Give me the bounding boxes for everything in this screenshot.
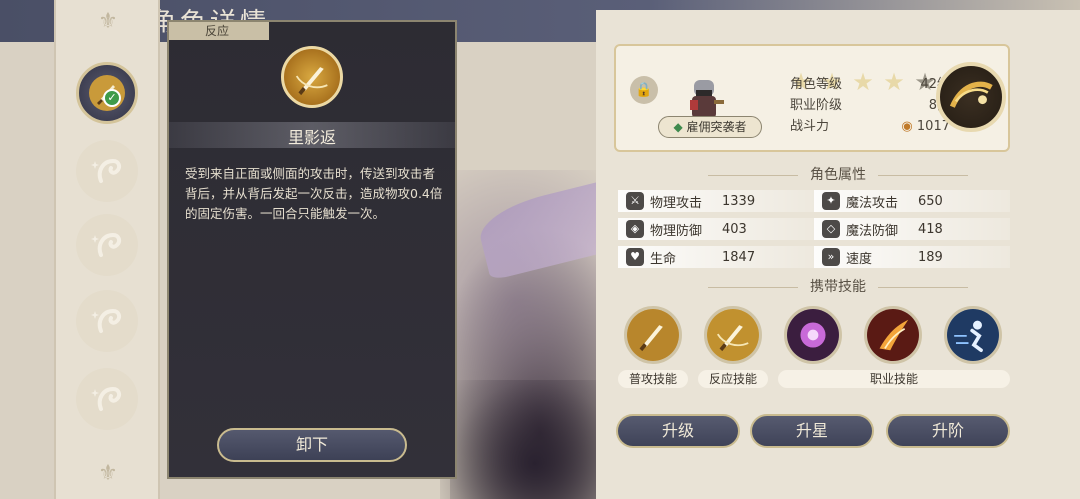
upgrade-button[interactable]: 升级 bbox=[616, 414, 740, 448]
sword-icon: ⚔ bbox=[626, 192, 644, 210]
rank-up-button[interactable]: 升阶 bbox=[886, 414, 1010, 448]
attributes-title: 角色属性 bbox=[596, 164, 1080, 184]
attribute-physical-defense: ◈ 物理防御 403 bbox=[618, 218, 814, 240]
attribute-label: 物理防御 bbox=[650, 223, 703, 239]
attribute-row: ♥ 生命 1847 » 速度 189 bbox=[618, 246, 1010, 268]
empty-skill-slot-4[interactable] bbox=[76, 290, 138, 352]
attribute-label: 魔法攻击 bbox=[846, 195, 899, 211]
empty-slot-icon bbox=[91, 158, 122, 183]
character-info-panel: 🔒 ★ ★ ★ ★ ★ 角色等级42级 职业阶级8阶 战斗力◉ 1017 bbox=[596, 10, 1080, 499]
attribute-row: ⚔ 物理攻击 1339 ✦ 魔法攻击 650 bbox=[618, 190, 1010, 212]
skill-detail-panel: 反应 里影返 受到来自正面或侧面的攻击时，传送到攻击者背后，并从背后发起一次反击… bbox=[167, 20, 457, 479]
basic-attack-skill-icon[interactable] bbox=[624, 306, 682, 364]
attribute-value: 1339 bbox=[722, 193, 756, 209]
boot-icon: » bbox=[822, 248, 840, 266]
equipped-check-icon: ✓ bbox=[103, 89, 121, 107]
character-cloak-art bbox=[450, 380, 620, 499]
attribute-label: 生命 bbox=[650, 251, 677, 267]
empty-skill-slot-3[interactable] bbox=[76, 214, 138, 276]
empty-skill-slot-5[interactable] bbox=[76, 368, 138, 430]
shield-icon: ◈ bbox=[626, 220, 644, 238]
lock-icon[interactable]: 🔒 bbox=[630, 76, 658, 104]
dash-skill-icon[interactable] bbox=[944, 306, 1002, 364]
attribute-row: ◈ 物理防御 403 ◇ 魔法防御 418 bbox=[618, 218, 1010, 240]
reaction-skill-icon[interactable] bbox=[704, 306, 762, 364]
empty-skill-slot-2[interactable] bbox=[76, 140, 138, 202]
fleur-ornament-icon: ⚜ bbox=[98, 461, 118, 486]
skill-name: 里影返 bbox=[287, 128, 336, 147]
attribute-hp: ♥ 生命 1847 bbox=[618, 246, 814, 268]
shadow-burst-skill-icon[interactable] bbox=[784, 306, 842, 364]
attribute-value: 403 bbox=[722, 221, 747, 237]
attribute-magic-attack: ✦ 魔法攻击 650 bbox=[814, 190, 1010, 212]
attribute-value: 1847 bbox=[722, 249, 756, 265]
empty-slot-icon bbox=[91, 232, 122, 257]
attribute-value: 650 bbox=[918, 193, 943, 209]
fleur-ornament-icon: ⚜ bbox=[98, 9, 118, 34]
magic-shield-icon: ◇ bbox=[822, 220, 840, 238]
attribute-label: 魔法防御 bbox=[846, 223, 899, 239]
class-badge[interactable]: ◆ 雇佣突袭者 bbox=[658, 116, 762, 138]
dagger-skill-icon bbox=[281, 46, 343, 108]
flame-slash-skill-icon[interactable] bbox=[864, 306, 922, 364]
skills-title: 携带技能 bbox=[596, 276, 1080, 296]
attribute-value: 189 bbox=[918, 249, 943, 265]
skill-type-tag: 反应 bbox=[169, 22, 269, 40]
class-name: 雇佣突袭者 bbox=[686, 120, 747, 134]
equipped-skills: 普攻技能 反应技能 职业技能 bbox=[614, 306, 1014, 396]
empty-slot-icon bbox=[91, 386, 122, 411]
basic-skill-label: 普攻技能 bbox=[618, 370, 688, 388]
heart-icon: ♥ bbox=[626, 248, 644, 266]
attribute-label: 速度 bbox=[846, 251, 873, 267]
rank-label: 职业阶级 bbox=[790, 98, 843, 113]
power-coin-icon: ◉ bbox=[901, 119, 913, 134]
empty-slot-icon bbox=[91, 308, 122, 333]
unequip-button[interactable]: 卸下 bbox=[217, 428, 407, 462]
attribute-speed: » 速度 189 bbox=[814, 246, 1010, 268]
reaction-skill-label: 反应技能 bbox=[698, 370, 768, 388]
staff-icon: ✦ bbox=[822, 192, 840, 210]
character-card: 🔒 ★ ★ ★ ★ ★ 角色等级42级 职业阶级8阶 战斗力◉ 1017 bbox=[614, 44, 1010, 152]
attribute-physical-attack: ⚔ 物理攻击 1339 bbox=[618, 190, 814, 212]
attribute-label: 物理攻击 bbox=[650, 195, 703, 211]
star-up-button[interactable]: 升星 bbox=[750, 414, 874, 448]
attribute-value: 418 bbox=[918, 221, 943, 237]
attribute-magic-defense: ◇ 魔法防御 418 bbox=[814, 218, 1010, 240]
reaction-skill-slot-1[interactable]: ✓ bbox=[76, 62, 138, 124]
skill-description: 受到来自正面或侧面的攻击时，传送到攻击者背后，并从背后发起一次反击，造成物攻0.… bbox=[185, 166, 443, 221]
character-stats: 角色等级42级 职业阶级8阶 战斗力◉ 1017 bbox=[790, 74, 950, 137]
skill-slot-column: ⚜ ✓ ⚜ bbox=[54, 0, 160, 499]
power-label: 战斗力 bbox=[790, 119, 830, 134]
level-label: 角色等级 bbox=[790, 77, 843, 92]
class-gem-icon: ◆ bbox=[673, 120, 683, 134]
class-skill-label: 职业技能 bbox=[778, 370, 1010, 388]
class-weapon-icon[interactable] bbox=[936, 62, 1006, 132]
